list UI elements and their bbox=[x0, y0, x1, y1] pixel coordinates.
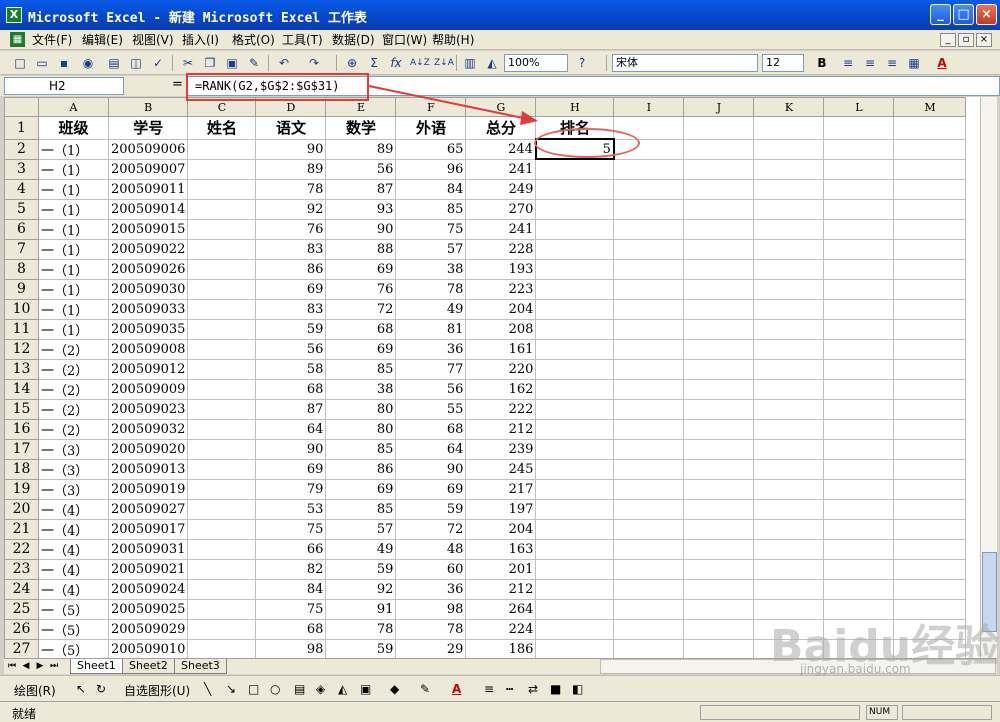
baidu-watermark-url: jingyan.baidu.com bbox=[800, 662, 911, 676]
result-highlight-ellipse bbox=[534, 128, 640, 158]
